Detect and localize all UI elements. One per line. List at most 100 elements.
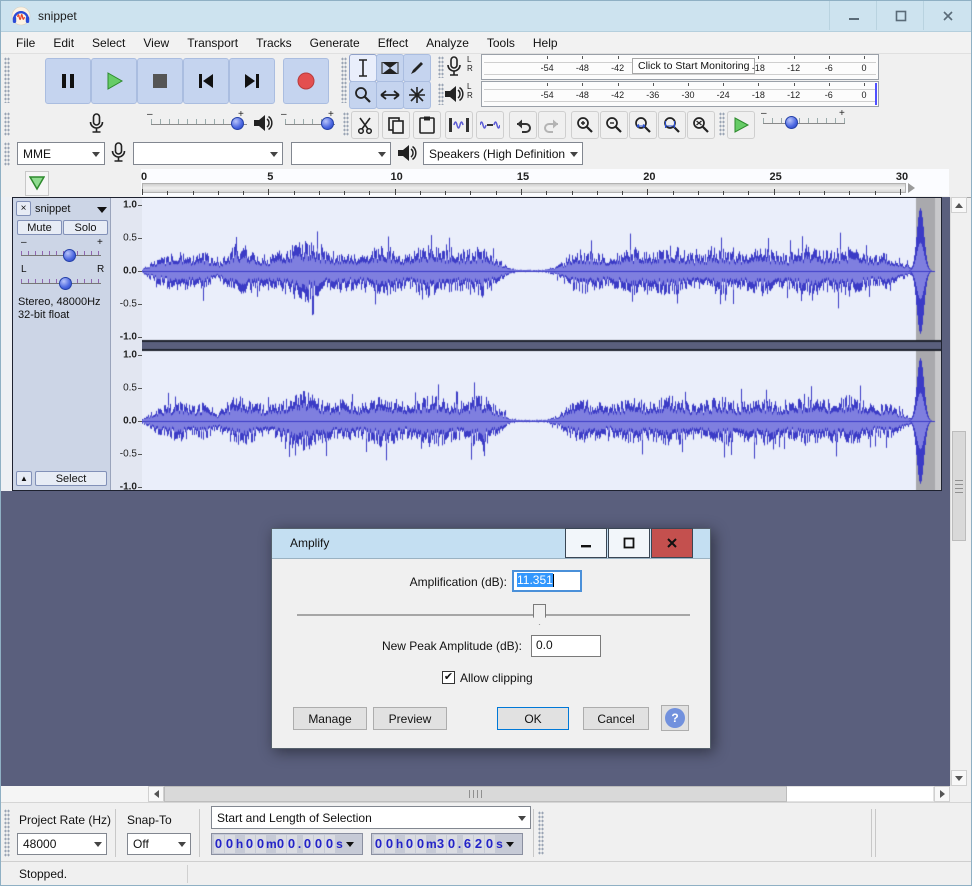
track-select-button[interactable]: Select xyxy=(35,471,107,486)
silence-audio-button[interactable] xyxy=(476,111,504,139)
new-peak-input[interactable]: 0.0 xyxy=(531,635,601,657)
track-menu-arrow-icon[interactable] xyxy=(97,207,107,213)
maximize-button[interactable] xyxy=(876,1,924,30)
envelope-tool-button[interactable] xyxy=(376,54,404,82)
track-close-button[interactable]: × xyxy=(16,201,31,216)
playback-meter[interactable]: -54 -48 -42 -36 -30 -24 -18 -12 -6 0 xyxy=(481,81,879,107)
draw-tool-button[interactable] xyxy=(403,54,431,82)
zoom-out-button[interactable] xyxy=(600,111,628,139)
gain-slider[interactable] xyxy=(21,249,101,262)
multi-tool-button[interactable] xyxy=(403,81,431,109)
zoom-in-button[interactable] xyxy=(571,111,599,139)
menu-view[interactable]: View xyxy=(134,34,178,52)
play-speed-thumb[interactable] xyxy=(785,116,798,129)
recording-meter[interactable]: Click to Start Monitoring -54 -48 -42 -18 -1… xyxy=(481,54,879,80)
fit-selection-button[interactable] xyxy=(629,111,657,139)
copy-button[interactable] xyxy=(382,111,410,139)
preview-button[interactable]: Preview xyxy=(373,707,447,730)
monitoring-overlay[interactable]: Click to Start Monitoring xyxy=(632,58,756,74)
play-speed-slider[interactable] xyxy=(763,115,845,129)
trim-audio-button[interactable] xyxy=(445,111,473,139)
tools-toolbar-grabber[interactable] xyxy=(341,57,347,103)
title-bar[interactable]: snippet xyxy=(1,1,971,32)
vertical-scroll-thumb[interactable] xyxy=(952,431,966,541)
menu-transport[interactable]: Transport xyxy=(178,34,247,52)
transport-toolbar-grabber[interactable] xyxy=(4,57,10,103)
selection-toolbar-grabber[interactable] xyxy=(4,809,10,857)
amplification-slider-thumb[interactable] xyxy=(533,604,546,625)
selection-tool-button[interactable] xyxy=(349,54,377,82)
time-toolbar-grabber[interactable] xyxy=(538,811,544,855)
pan-slider[interactable] xyxy=(21,277,101,290)
horizontal-scroll-thumb[interactable] xyxy=(164,786,787,802)
scroll-left-button[interactable] xyxy=(148,786,164,802)
selection-start-field[interactable]: 00h00m00.000s xyxy=(211,833,363,855)
pan-thumb[interactable] xyxy=(59,277,72,290)
horizontal-scrollbar[interactable] xyxy=(1,786,950,802)
time-field-arrow-icon[interactable] xyxy=(506,841,514,847)
timeline-ruler[interactable]: 0 5 10 15 20 25 30 xyxy=(141,169,949,196)
redo-button[interactable] xyxy=(538,111,566,139)
gain-thumb[interactable] xyxy=(63,249,76,262)
play-at-speed-grabber[interactable] xyxy=(719,112,725,136)
menu-tracks[interactable]: Tracks xyxy=(247,34,301,52)
close-button[interactable] xyxy=(923,1,971,30)
menu-select[interactable]: Select xyxy=(83,34,134,52)
menu-generate[interactable]: Generate xyxy=(301,34,369,52)
input-device-select[interactable] xyxy=(133,142,283,165)
fit-project-button[interactable] xyxy=(658,111,686,139)
menu-help[interactable]: Help xyxy=(524,34,567,52)
zoom-toggle-button[interactable] xyxy=(687,111,715,139)
mixer-toolbar-grabber[interactable] xyxy=(4,112,10,136)
vertical-ruler[interactable]: 1.0 0.5 0.0 -0.5 -1.0 1.0 0.5 0.0 -0.5 -1.0 xyxy=(111,198,142,493)
amplification-input[interactable]: 11.351 xyxy=(512,570,582,592)
device-toolbar-grabber[interactable] xyxy=(4,142,10,166)
scroll-down-button[interactable] xyxy=(951,770,967,786)
selection-length-field[interactable]: 00h00m30.620s xyxy=(371,833,523,855)
playback-volume-slider[interactable] xyxy=(285,116,335,130)
collapse-track-button[interactable]: ▲ xyxy=(16,471,32,486)
recording-meter-grabber[interactable] xyxy=(438,56,444,78)
menu-edit[interactable]: Edit xyxy=(44,34,83,52)
input-channels-select[interactable] xyxy=(291,142,391,165)
dialog-maximize-button[interactable] xyxy=(608,528,650,558)
skip-to-start-button[interactable] xyxy=(183,58,229,104)
time-field-arrow-icon[interactable] xyxy=(346,841,354,847)
cancel-button[interactable]: Cancel xyxy=(583,707,649,730)
help-button[interactable]: ? xyxy=(661,705,689,731)
pause-button[interactable] xyxy=(45,58,91,104)
allow-clipping-checkbox[interactable]: ✔ xyxy=(442,671,455,684)
dialog-title-bar[interactable]: Amplify xyxy=(272,528,710,559)
vertical-scrollbar[interactable] xyxy=(950,197,967,786)
zoom-tool-button[interactable] xyxy=(349,81,377,109)
skip-to-end-button[interactable] xyxy=(229,58,275,104)
paste-button[interactable] xyxy=(413,111,441,139)
quick-play-band[interactable] xyxy=(142,183,906,193)
output-device-select[interactable]: Speakers (High Definition xyxy=(423,142,583,165)
scroll-up-button[interactable] xyxy=(951,197,967,213)
pinned-play-head-button[interactable] xyxy=(25,171,49,196)
scroll-right-button[interactable] xyxy=(934,786,950,802)
menu-file[interactable]: File xyxy=(7,34,44,52)
play-button[interactable] xyxy=(91,58,137,104)
track-control-panel[interactable]: × snippet Mute Solo – + L R Stereo, 4800… xyxy=(13,198,111,490)
snap-to-select[interactable]: Off xyxy=(127,833,191,855)
solo-button[interactable]: Solo xyxy=(63,220,108,235)
waveform-canvas[interactable] xyxy=(142,198,941,490)
project-rate-select[interactable]: 48000 xyxy=(17,833,107,855)
minimize-button[interactable] xyxy=(829,1,877,30)
menu-analyze[interactable]: Analyze xyxy=(417,34,478,52)
stop-button[interactable] xyxy=(137,58,183,104)
amplification-slider-track[interactable] xyxy=(297,614,690,616)
menu-tools[interactable]: Tools xyxy=(478,34,524,52)
dialog-close-button[interactable] xyxy=(651,528,693,558)
recording-volume-slider[interactable] xyxy=(151,116,247,130)
menu-effect[interactable]: Effect xyxy=(369,34,417,52)
cut-button[interactable] xyxy=(351,111,379,139)
track-name[interactable]: snippet xyxy=(35,203,70,215)
ok-button[interactable]: OK xyxy=(497,707,569,730)
timeshift-tool-button[interactable] xyxy=(376,81,404,109)
selection-mode-select[interactable]: Start and Length of Selection xyxy=(211,806,531,829)
dialog-minimize-button[interactable] xyxy=(565,528,607,558)
play-at-speed-button[interactable] xyxy=(727,111,755,139)
